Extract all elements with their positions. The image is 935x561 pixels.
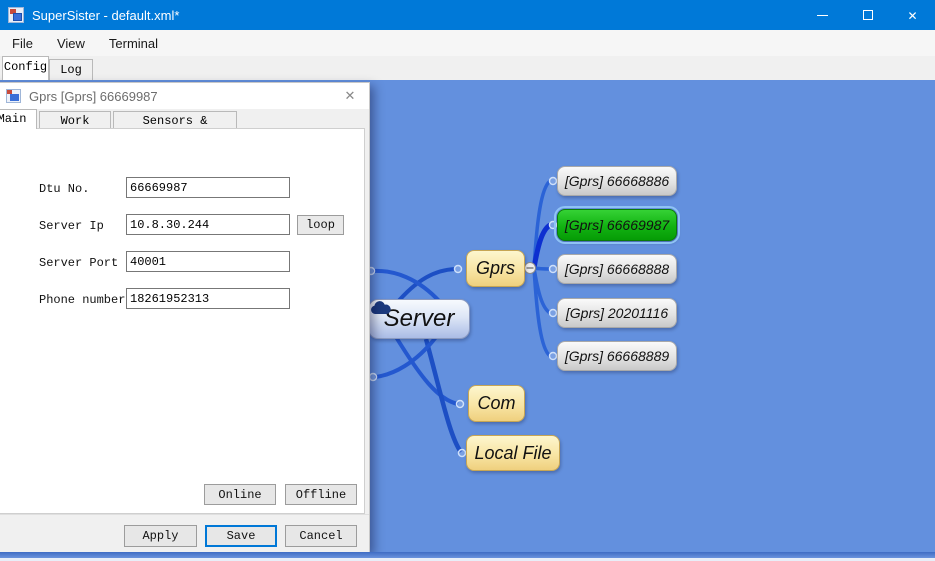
- online-button[interactable]: Online: [204, 484, 276, 505]
- phone-number-input[interactable]: [126, 288, 290, 309]
- close-icon[interactable]: [890, 0, 935, 30]
- app-titlebar: SuperSister - default.xml*: [0, 0, 935, 30]
- save-button[interactable]: Save: [205, 525, 277, 547]
- node-gprs-66668888[interactable]: [Gprs] 66668888: [557, 254, 677, 284]
- node-child-label: [Gprs] 66668889: [565, 348, 669, 364]
- dialog-tab-main[interactable]: Main: [0, 109, 37, 129]
- node-local-file[interactable]: Local File: [466, 435, 560, 471]
- main-tabstrip: Config Log: [0, 56, 935, 80]
- window-controls: [800, 0, 935, 30]
- server-port-input[interactable]: [126, 251, 290, 272]
- node-gprs-66668886[interactable]: [Gprs] 66668886: [557, 166, 677, 196]
- dialog-form-icon: [6, 89, 21, 103]
- node-gprs[interactable]: Gprs: [466, 250, 525, 287]
- node-server-label: Server: [384, 305, 455, 333]
- apply-button[interactable]: Apply: [124, 525, 197, 547]
- server-ip-input[interactable]: [126, 214, 290, 235]
- node-gprs-label: Gprs: [476, 258, 515, 279]
- tab-log[interactable]: Log: [49, 59, 93, 80]
- server-ip-label: Server Ip: [39, 219, 104, 233]
- cancel-button[interactable]: Cancel: [285, 525, 357, 547]
- node-child-label: [Gprs] 20201116: [566, 305, 668, 321]
- dialog-close-icon[interactable]: [339, 86, 361, 106]
- loop-button[interactable]: loop: [297, 215, 344, 235]
- phone-number-label: Phone number: [39, 293, 125, 307]
- menu-view[interactable]: View: [45, 32, 97, 55]
- dtu-no-label: Dtu No.: [39, 182, 89, 196]
- menu-terminal[interactable]: Terminal: [97, 32, 170, 55]
- dialog-title: Gprs [Gprs] 66669987: [29, 89, 158, 104]
- node-gprs-66669987-selected[interactable]: [Gprs] 66669987: [557, 209, 677, 241]
- menubar: File View Terminal: [0, 30, 935, 56]
- maximize-icon[interactable]: [845, 0, 890, 30]
- app-icon: [8, 7, 24, 23]
- menu-file[interactable]: File: [0, 32, 45, 55]
- node-server[interactable]: Server: [368, 299, 470, 339]
- dialog-tabstrip: Main Work Modal Sensors & Confusion: [0, 109, 369, 129]
- node-com[interactable]: Com: [468, 385, 525, 422]
- dialog-tab-work-modal[interactable]: Work Modal: [39, 111, 111, 129]
- gprs-dialog: Gprs [Gprs] 66669987 Main Work Modal Sen…: [0, 82, 370, 552]
- cloud-icon: [369, 300, 393, 316]
- dialog-titlebar: Gprs [Gprs] 66669987: [0, 83, 369, 109]
- app-title: SuperSister - default.xml*: [32, 8, 179, 23]
- tab-config[interactable]: Config: [2, 56, 49, 80]
- offline-button[interactable]: Offline: [285, 484, 357, 505]
- node-com-label: Com: [477, 393, 515, 414]
- node-local-file-label: Local File: [474, 443, 551, 464]
- node-gprs-66668889[interactable]: [Gprs] 66668889: [557, 341, 677, 371]
- node-child-label: [Gprs] 66668886: [565, 173, 669, 189]
- node-child-label: [Gprs] 66669987: [565, 217, 669, 233]
- dtu-no-input[interactable]: [126, 177, 290, 198]
- dialog-tab-sensors-confusion[interactable]: Sensors & Confusion: [113, 111, 237, 129]
- node-gprs-20201116[interactable]: [Gprs] 20201116: [557, 298, 677, 328]
- node-child-label: [Gprs] 66668888: [565, 261, 669, 277]
- collapse-toggle-icon: [525, 263, 536, 274]
- server-port-label: Server Port: [39, 256, 118, 270]
- minimize-icon[interactable]: [800, 0, 845, 30]
